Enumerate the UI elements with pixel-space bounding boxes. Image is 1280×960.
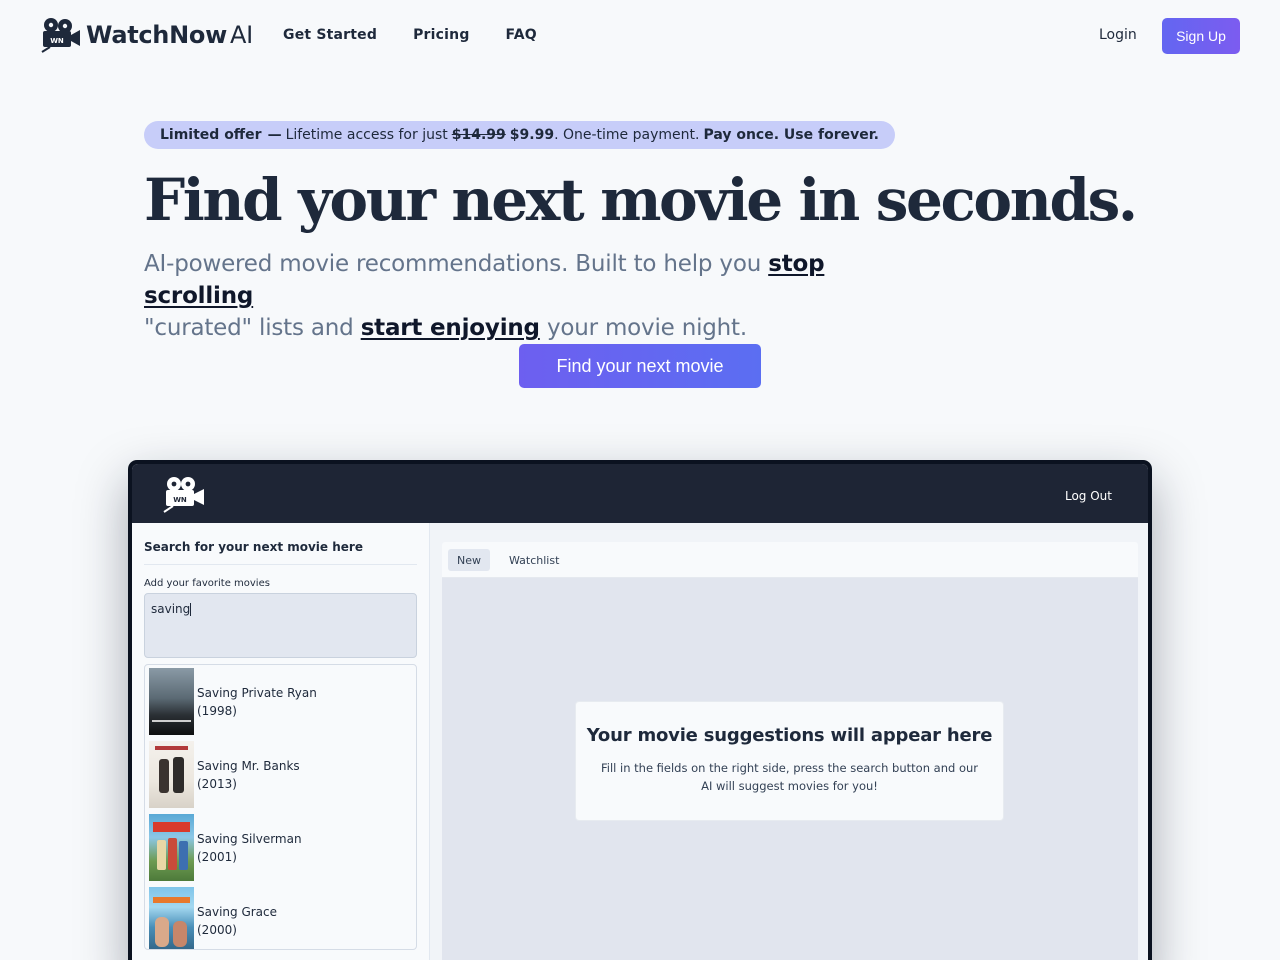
results-area: Your movie suggestions will appear here … bbox=[442, 578, 1138, 960]
suggestion-item[interactable]: Saving Grace (2000) bbox=[149, 887, 409, 949]
nav-links: Get Started Pricing FAQ bbox=[283, 27, 537, 43]
offer-tagline: Pay once. Use forever. bbox=[703, 127, 879, 143]
suggestion-item[interactable]: Saving Mr. Banks (2013) bbox=[149, 741, 409, 808]
favorite-movies-input[interactable]: saving bbox=[144, 593, 417, 658]
search-sidebar: Search for your next movie here Add your… bbox=[132, 523, 430, 960]
offer-text: Lifetime access for just bbox=[285, 127, 448, 143]
text-caret bbox=[190, 603, 192, 616]
empty-state-card: Your movie suggestions will appear here … bbox=[575, 701, 1004, 821]
app-preview-frame: WN Log Out Search for your next movie he… bbox=[128, 460, 1152, 960]
camera-logo-icon: WN bbox=[163, 477, 204, 513]
nav-link-get-started[interactable]: Get Started bbox=[283, 27, 377, 43]
offer-banner: Limited offer — Lifetime access for just… bbox=[144, 121, 895, 149]
tab-new[interactable]: New bbox=[448, 549, 490, 571]
empty-state-title: Your movie suggestions will appear here bbox=[586, 725, 993, 746]
log-out-link[interactable]: Log Out bbox=[1065, 489, 1112, 503]
svg-text:WN: WN bbox=[173, 496, 187, 504]
offer-payment: . One-time payment. bbox=[554, 127, 700, 143]
suggestion-text: Saving Mr. Banks (2013) bbox=[197, 758, 300, 791]
app-screen: WN Log Out Search for your next movie he… bbox=[132, 464, 1148, 960]
top-nav: WN WatchNow AI Get Started Pricing FAQ Lo… bbox=[0, 0, 1280, 72]
brand-logo[interactable]: WN WatchNow AI bbox=[40, 17, 253, 53]
movie-poster bbox=[149, 887, 194, 949]
offer-dash: — bbox=[267, 127, 282, 143]
find-movie-cta-button[interactable]: Find your next movie bbox=[519, 344, 761, 388]
empty-state-description: Fill in the fields on the right side, pr… bbox=[600, 761, 978, 793]
results-panel: New Watchlist Your movie suggestions wil… bbox=[442, 542, 1138, 960]
nav-link-pricing[interactable]: Pricing bbox=[413, 27, 469, 43]
camera-logo-icon: WN bbox=[41, 18, 80, 53]
favorite-movies-label: Add your favorite movies bbox=[144, 578, 270, 589]
suggestion-text: Saving Silverman (2001) bbox=[197, 831, 302, 864]
sidebar-title: Search for your next movie here bbox=[144, 540, 363, 554]
brand-name: WatchNow AI bbox=[86, 21, 253, 49]
svg-text:WN: WN bbox=[50, 37, 64, 45]
suggestions-dropdown: Saving Private Ryan (1998) Saving Mr. Ban… bbox=[144, 664, 417, 950]
emphasis-start-enjoying: start enjoying bbox=[360, 315, 540, 341]
offer-label: Limited offer bbox=[160, 127, 262, 143]
suggestion-text: Saving Grace (2000) bbox=[197, 904, 278, 937]
results-tabs: New Watchlist bbox=[442, 542, 1138, 578]
nav-link-faq[interactable]: FAQ bbox=[506, 27, 537, 43]
suggestion-item[interactable]: Saving Private Ryan (1998) bbox=[149, 668, 409, 735]
movie-poster bbox=[149, 814, 194, 881]
offer-new-price: $9.99 bbox=[509, 127, 555, 143]
login-link[interactable]: Login bbox=[1099, 27, 1137, 43]
movie-poster bbox=[149, 668, 194, 735]
movie-poster bbox=[149, 741, 194, 808]
app-header: WN Log Out bbox=[132, 464, 1148, 523]
hero-subtitle: AI-powered movie recommendations. Built … bbox=[144, 251, 825, 341]
hero-headline: Find your next movie in seconds. bbox=[144, 166, 1138, 234]
sign-up-button[interactable]: Sign Up bbox=[1162, 18, 1240, 54]
suggestion-item[interactable]: Saving Silverman (2001) bbox=[149, 814, 409, 881]
offer-old-price: $14.99 bbox=[451, 127, 506, 143]
tab-watchlist[interactable]: Watchlist bbox=[500, 549, 568, 571]
suggestion-text: Saving Private Ryan (1998) bbox=[197, 685, 317, 718]
app-logo[interactable]: WN bbox=[161, 475, 207, 517]
divider bbox=[144, 564, 417, 565]
